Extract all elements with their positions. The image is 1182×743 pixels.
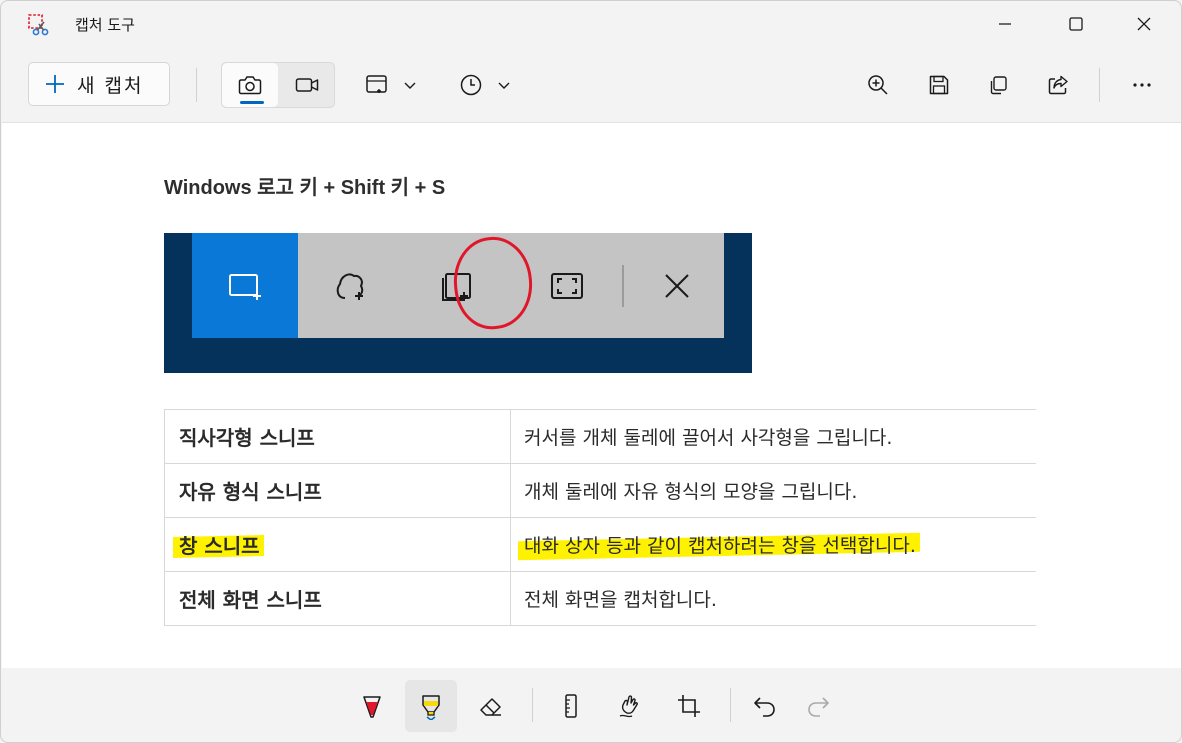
snip-options-strip xyxy=(192,233,724,338)
ballpoint-pen-icon xyxy=(363,696,381,718)
minimize-button[interactable] xyxy=(975,1,1035,47)
title-bar: 캡처 도구 xyxy=(1,1,1181,47)
fullscreen-snip-icon xyxy=(551,272,583,299)
snip-type-name: 창 스니프 xyxy=(179,534,260,558)
freeform-snip-icon xyxy=(336,272,364,300)
ruler-button[interactable] xyxy=(545,680,597,732)
share-icon xyxy=(1048,75,1068,95)
rectangle-snip-option xyxy=(192,233,298,338)
highlighter-button[interactable] xyxy=(405,680,457,732)
snip-type-description: 커서를 개체 둘레에 끌어서 사각형을 그립니다. xyxy=(510,409,1036,464)
plus-icon xyxy=(46,75,64,93)
snip-types-table: 직사각형 스니프 커서를 개체 둘레에 끌어서 사각형을 그립니다. 자유 형식… xyxy=(164,409,1036,626)
ink-toolbar xyxy=(1,668,1181,742)
close-snip-option xyxy=(624,233,730,338)
ruler-icon xyxy=(565,694,577,718)
video-icon xyxy=(295,78,319,92)
ballpoint-pen-button[interactable] xyxy=(346,680,398,732)
touch-writing-icon xyxy=(619,695,638,718)
window-title: 캡처 도구 xyxy=(75,16,135,34)
toolbar-separator xyxy=(1099,68,1100,102)
undo-button[interactable] xyxy=(739,680,791,732)
snip-type-name-cell: 창 스니프 xyxy=(164,517,511,572)
new-capture-button[interactable]: 새 캡처 xyxy=(28,62,170,106)
share-button[interactable] xyxy=(1038,66,1078,104)
snip-type-name: 직사각형 스니프 xyxy=(164,409,511,464)
shortcut-heading: Windows 로고 키 + Shift 키 + S xyxy=(164,177,446,199)
more-icon xyxy=(1133,83,1151,87)
close-button[interactable] xyxy=(1114,1,1174,47)
maximize-button[interactable] xyxy=(1046,1,1106,47)
snip-type-description: 대화 상자 등과 같이 캡처하려는 창을 선택합니다. xyxy=(524,535,916,557)
more-button[interactable] xyxy=(1122,66,1162,104)
snip-type-description: 전체 화면을 캡처합니다. xyxy=(510,571,1036,626)
table-row: 전체 화면 스니프 전체 화면을 캡처합니다. xyxy=(164,571,1036,626)
redo-icon xyxy=(808,697,829,717)
snip-type-name: 자유 형식 스니프 xyxy=(164,463,511,518)
active-mode-indicator xyxy=(240,101,264,104)
close-icon xyxy=(665,273,689,298)
snipping-tool-app-icon xyxy=(28,14,49,36)
chevron-down-icon xyxy=(498,82,510,89)
ink-separator xyxy=(730,688,731,722)
video-mode-button[interactable] xyxy=(279,63,335,107)
snipping-tool-window: 캡처 도구 새 캡처 Windows 로고 키 + Shift 키 + S 직사… xyxy=(0,0,1182,743)
screenshot-mode-button[interactable] xyxy=(222,63,278,107)
snip-mode-dropdown[interactable] xyxy=(365,66,417,104)
zoom-in-icon xyxy=(868,75,888,95)
crop-button[interactable] xyxy=(663,680,715,732)
snip-mode-icon xyxy=(366,75,387,93)
timer-icon xyxy=(460,74,482,96)
snip-type-description-cell: 대화 상자 등과 같이 캡처하려는 창을 선택합니다. xyxy=(510,517,1036,572)
zoom-button[interactable] xyxy=(858,66,898,104)
table-row: 자유 형식 스니프 개체 둘레에 자유 형식의 모양을 그립니다. xyxy=(164,463,1036,518)
yellow-highlight: 대화 상자 등과 같이 캡처하려는 창을 선택합니다. xyxy=(524,531,916,558)
toolbar-separator xyxy=(196,68,197,102)
redo-button[interactable] xyxy=(792,680,844,732)
fullscreen-snip-option xyxy=(514,233,620,338)
eraser-button[interactable] xyxy=(465,680,517,732)
chevron-down-icon xyxy=(404,82,416,89)
save-icon xyxy=(929,75,949,95)
ink-separator xyxy=(532,688,533,722)
freeform-snip-option xyxy=(298,233,404,338)
undo-icon xyxy=(754,697,775,717)
main-toolbar: 새 캡처 xyxy=(1,47,1181,121)
capture-canvas[interactable]: Windows 로고 키 + Shift 키 + S 직사각형 스니프 커서를 … xyxy=(2,122,1181,668)
eraser-icon xyxy=(480,698,501,716)
snip-type-description: 개체 둘레에 자유 형식의 모양을 그립니다. xyxy=(510,463,1036,518)
captured-snip-bar-image xyxy=(164,233,752,373)
snip-type-name: 전체 화면 스니프 xyxy=(164,571,511,626)
new-capture-label: 새 캡처 xyxy=(77,74,144,97)
close-icon xyxy=(1137,17,1151,31)
rectangle-snip-icon xyxy=(229,273,261,300)
capture-mode-toggle xyxy=(221,62,335,108)
timer-dropdown[interactable] xyxy=(459,66,511,104)
save-button[interactable] xyxy=(919,66,959,104)
table-row: 창 스니프 대화 상자 등과 같이 캡처하려는 창을 선택합니다. xyxy=(164,517,1036,572)
yellow-highlight: 창 스니프 xyxy=(179,530,260,559)
camera-icon xyxy=(238,76,262,95)
crop-icon xyxy=(678,695,700,717)
copy-icon xyxy=(990,76,1007,95)
minimize-icon xyxy=(999,23,1011,25)
maximize-icon xyxy=(1069,17,1083,31)
highlighter-icon xyxy=(422,695,440,720)
copy-button[interactable] xyxy=(978,66,1018,104)
table-row: 직사각형 스니프 커서를 개체 둘레에 끌어서 사각형을 그립니다. xyxy=(164,409,1036,464)
touch-writing-button[interactable] xyxy=(604,680,656,732)
